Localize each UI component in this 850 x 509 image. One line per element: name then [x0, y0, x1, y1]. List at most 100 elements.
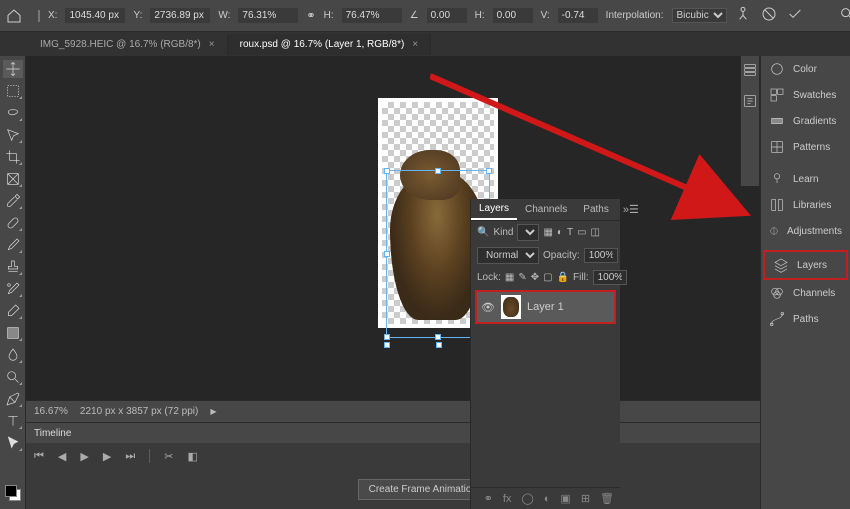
x-input[interactable] [65, 8, 125, 23]
next-frame-icon[interactable]: ▶ [103, 450, 111, 463]
home-icon[interactable] [6, 7, 22, 25]
panel-paths[interactable]: Paths [761, 306, 850, 332]
reference-point-icon[interactable] [38, 10, 40, 22]
filter-shape-icon[interactable]: ▭ [577, 227, 586, 238]
new-layer-icon[interactable]: ⊞ [581, 492, 590, 505]
mask-icon[interactable]: ◯ [521, 492, 533, 505]
transform-handle[interactable] [384, 342, 390, 348]
doc-info[interactable]: 2210 px x 3857 px (72 ppi) [80, 406, 198, 417]
close-icon[interactable]: × [209, 39, 215, 50]
marquee-tool[interactable] [3, 82, 23, 100]
healing-tool[interactable] [3, 214, 23, 232]
history-panel-icon[interactable] [742, 62, 758, 81]
filter-type-icon[interactable]: T [567, 227, 573, 238]
commit-icon[interactable] [787, 6, 803, 25]
lasso-tool[interactable] [3, 104, 23, 122]
transform-handle[interactable] [384, 251, 390, 257]
frame-tool[interactable] [3, 170, 23, 188]
lock-pixels-icon[interactable]: ✎ [518, 272, 526, 283]
lock-all-icon[interactable]: 🔒 [557, 272, 569, 283]
interpolation-select[interactable]: Bicubic [672, 8, 727, 23]
filter-adjust-icon[interactable]: ◐ [557, 227, 563, 238]
panel-swatches[interactable]: Swatches [761, 82, 850, 108]
filter-pixel-icon[interactable]: ▦ [543, 227, 552, 238]
dodge-tool[interactable] [3, 368, 23, 386]
lock-artboard-icon[interactable]: ▢ [543, 272, 552, 283]
filter-smart-icon[interactable]: ◫ [591, 227, 600, 238]
panel-adjustments[interactable]: Adjustments [761, 218, 850, 244]
canvas-area[interactable]: 16.67% 2210 px x 3857 px (72 ppi) ▶ Time… [26, 56, 850, 509]
layer-name[interactable]: Layer 1 [527, 301, 564, 313]
transition-icon[interactable]: ◧ [187, 450, 197, 463]
history-brush-tool[interactable] [3, 280, 23, 298]
move-tool[interactable] [3, 60, 23, 78]
tab-paths[interactable]: Paths [575, 200, 617, 219]
pen-tool[interactable] [3, 390, 23, 408]
scissors-icon[interactable]: ✂ [164, 450, 173, 463]
path-select-tool[interactable] [3, 434, 23, 452]
fx-icon[interactable]: fx [503, 493, 512, 505]
info-caret-icon[interactable]: ▶ [210, 407, 216, 416]
transform-handle[interactable] [486, 168, 492, 174]
w-input[interactable] [238, 8, 298, 23]
angle-input[interactable] [427, 8, 467, 23]
search-icon[interactable]: 🔍 [477, 227, 489, 238]
first-frame-icon[interactable]: ⏮ [34, 450, 44, 463]
lock-transparency-icon[interactable]: ▦ [505, 272, 514, 283]
group-icon[interactable]: ▣ [560, 492, 570, 505]
skew-v-input[interactable] [558, 8, 598, 23]
link-icon[interactable]: ⚭ [306, 9, 315, 22]
create-frame-animation-button[interactable]: Create Frame Animation [358, 479, 488, 500]
panel-gradients[interactable]: Gradients [761, 108, 850, 134]
gradient-tool[interactable] [3, 324, 23, 342]
eraser-tool[interactable] [3, 302, 23, 320]
tab-channels[interactable]: Channels [517, 200, 575, 219]
document-tab-1[interactable]: roux.psd @ 16.7% (Layer 1, RGB/8*)× [228, 34, 432, 55]
link-layers-icon[interactable]: ⚭ [484, 492, 493, 505]
transform-handle[interactable] [384, 168, 390, 174]
zoom-level[interactable]: 16.67% [34, 406, 68, 417]
transform-handle[interactable] [435, 168, 441, 174]
blur-tool[interactable] [3, 346, 23, 364]
document-tab-0[interactable]: IMG_5928.HEIC @ 16.7% (RGB/8*)× [28, 34, 228, 55]
prev-frame-icon[interactable]: ◀ [58, 450, 66, 463]
panel-channels[interactable]: Channels [761, 280, 850, 306]
h-input[interactable] [342, 8, 402, 23]
play-icon[interactable]: ▶ [80, 450, 88, 463]
properties-panel-icon[interactable] [742, 93, 758, 112]
close-icon[interactable]: × [412, 39, 418, 50]
quick-select-tool[interactable] [3, 126, 23, 144]
transform-handle[interactable] [436, 342, 442, 348]
y-input[interactable] [150, 8, 210, 23]
stamp-tool[interactable] [3, 258, 23, 276]
lock-position-icon[interactable]: ✥ [531, 272, 539, 283]
panel-layers[interactable]: Layers [763, 250, 848, 280]
skew-h-input[interactable] [493, 8, 533, 23]
fg-bg-color[interactable] [0, 485, 26, 501]
cancel-icon[interactable] [761, 6, 777, 25]
kind-select[interactable] [517, 224, 539, 241]
visibility-icon[interactable]: 👁 [481, 301, 495, 314]
panel-patterns[interactable]: Patterns [761, 134, 850, 160]
panel-libraries[interactable]: Libraries [761, 192, 850, 218]
last-frame-icon[interactable]: ⏭ [125, 450, 135, 463]
transform-handle[interactable] [384, 334, 390, 340]
panel-color[interactable]: Color [761, 56, 850, 82]
transform-handle[interactable] [435, 334, 441, 340]
delete-icon[interactable]: 🗑 [600, 492, 614, 505]
tab-layers[interactable]: Layers [471, 199, 517, 220]
search-icon[interactable] [839, 6, 850, 25]
blend-mode-select[interactable]: Normal [477, 247, 539, 264]
panel-menu-icon[interactable]: »☰ [617, 203, 645, 216]
type-tool[interactable] [3, 412, 23, 430]
layer-row[interactable]: 👁 Layer 1 [475, 290, 616, 324]
eyedropper-tool[interactable] [3, 192, 23, 210]
brush-tool[interactable] [3, 236, 23, 254]
puppet-icon[interactable] [735, 6, 751, 25]
fill-input[interactable] [593, 270, 627, 285]
crop-tool[interactable] [3, 148, 23, 166]
adjustment-icon[interactable]: ◐ [544, 493, 551, 505]
panel-learn[interactable]: Learn [761, 166, 850, 192]
opacity-input[interactable] [584, 248, 618, 263]
layer-thumbnail[interactable] [501, 295, 521, 319]
